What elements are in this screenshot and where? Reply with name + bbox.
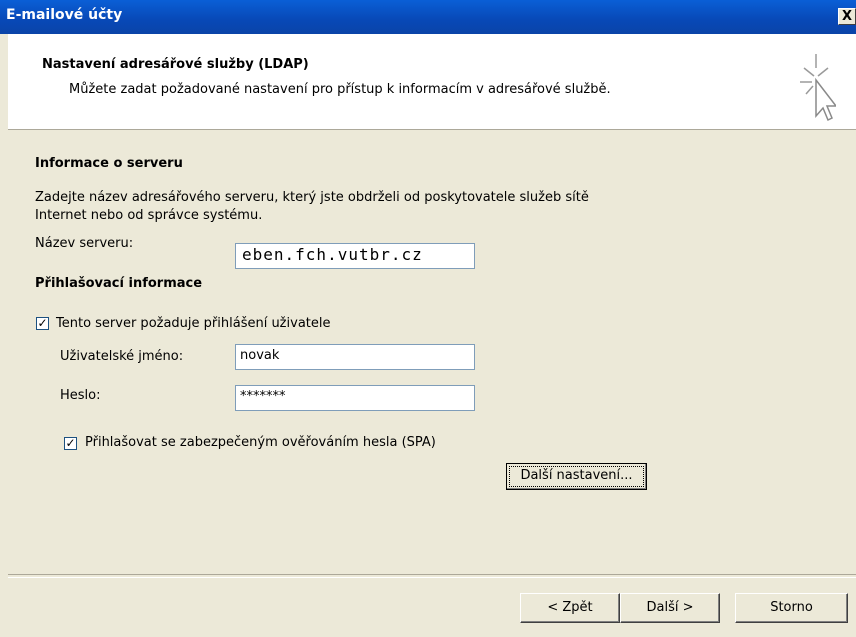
more-settings-button[interactable]: Další nastavení...: [506, 463, 647, 490]
wizard-cursor-icon: [800, 54, 836, 122]
next-button[interactable]: Další >: [620, 593, 720, 623]
title-bar: E-mailové účty X: [0, 0, 856, 34]
cancel-button[interactable]: Storno: [735, 593, 848, 623]
close-icon: X: [841, 9, 853, 24]
header-subtitle: Můžete zadat požadované nastavení pro př…: [69, 82, 611, 97]
window-left-edge: [0, 34, 8, 637]
username-field[interactable]: novak: [235, 344, 475, 370]
server-name-field[interactable]: eben.fch.vutbr.cz: [235, 243, 475, 269]
server-info-description-line1: Zadejte název adresářového serveru, kter…: [35, 190, 589, 205]
footer-separator: [8, 574, 856, 578]
close-button[interactable]: X: [838, 8, 856, 25]
password-label: Heslo:: [60, 388, 101, 403]
login-info-heading: Přihlašovací informace: [35, 276, 203, 291]
server-info-heading: Informace o serveru: [35, 156, 183, 171]
window-title: E-mailové účty: [6, 7, 123, 23]
back-button[interactable]: < Zpět: [520, 593, 620, 623]
server-name-label: Název serveru:: [35, 236, 134, 251]
wizard-header: Nastavení adresářové služby (LDAP) Můžet…: [8, 34, 856, 130]
requires-login-label[interactable]: Tento server požaduje přihlášení uživate…: [56, 316, 331, 331]
spa-label[interactable]: Přihlašovat se zabezpečeným ověřováním h…: [85, 435, 436, 450]
password-field[interactable]: *******: [235, 385, 475, 411]
requires-login-checkbox[interactable]: ✓: [36, 317, 49, 330]
server-info-description-line2: Internet nebo od správce systému.: [35, 208, 263, 223]
username-label: Uživatelské jméno:: [60, 349, 184, 364]
spa-checkbox[interactable]: ✓: [64, 437, 77, 450]
header-title: Nastavení adresářové služby (LDAP): [42, 57, 309, 72]
